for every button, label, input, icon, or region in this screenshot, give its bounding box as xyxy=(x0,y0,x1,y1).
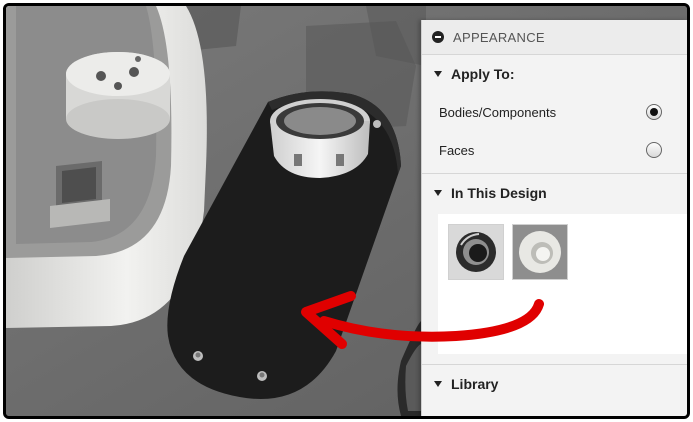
caret-down-icon xyxy=(434,190,442,196)
appearance-panel: APPEARANCE Apply To: Bodies/Components F… xyxy=(421,20,687,416)
library-section-header[interactable]: Library xyxy=(422,365,687,403)
in-this-design-section-header[interactable]: In This Design xyxy=(422,174,687,212)
bodies-components-radio[interactable] xyxy=(646,104,662,120)
dark-material-swatch[interactable] xyxy=(448,224,504,280)
caret-down-icon xyxy=(434,71,442,77)
faces-radio[interactable] xyxy=(646,142,662,158)
apply-to-label: Apply To: xyxy=(451,66,515,82)
white-material-swatch[interactable] xyxy=(512,224,568,280)
appearance-panel-header[interactable]: APPEARANCE xyxy=(422,20,687,55)
option-bodies-components[interactable]: Bodies/Components xyxy=(422,93,687,131)
panel-title: APPEARANCE xyxy=(453,29,545,45)
option-label: Bodies/Components xyxy=(439,104,557,120)
screenshot-frame: APPEARANCE Apply To: Bodies/Components F… xyxy=(3,3,690,419)
option-faces[interactable]: Faces xyxy=(422,131,687,169)
option-label: Faces xyxy=(439,142,475,158)
apply-to-section-header[interactable]: Apply To: xyxy=(422,55,687,93)
in-this-design-label: In This Design xyxy=(451,185,547,201)
material-swatch-area xyxy=(438,214,687,354)
caret-down-icon xyxy=(434,381,442,387)
collapse-minus-icon[interactable] xyxy=(432,31,444,43)
library-label: Library xyxy=(451,376,499,392)
